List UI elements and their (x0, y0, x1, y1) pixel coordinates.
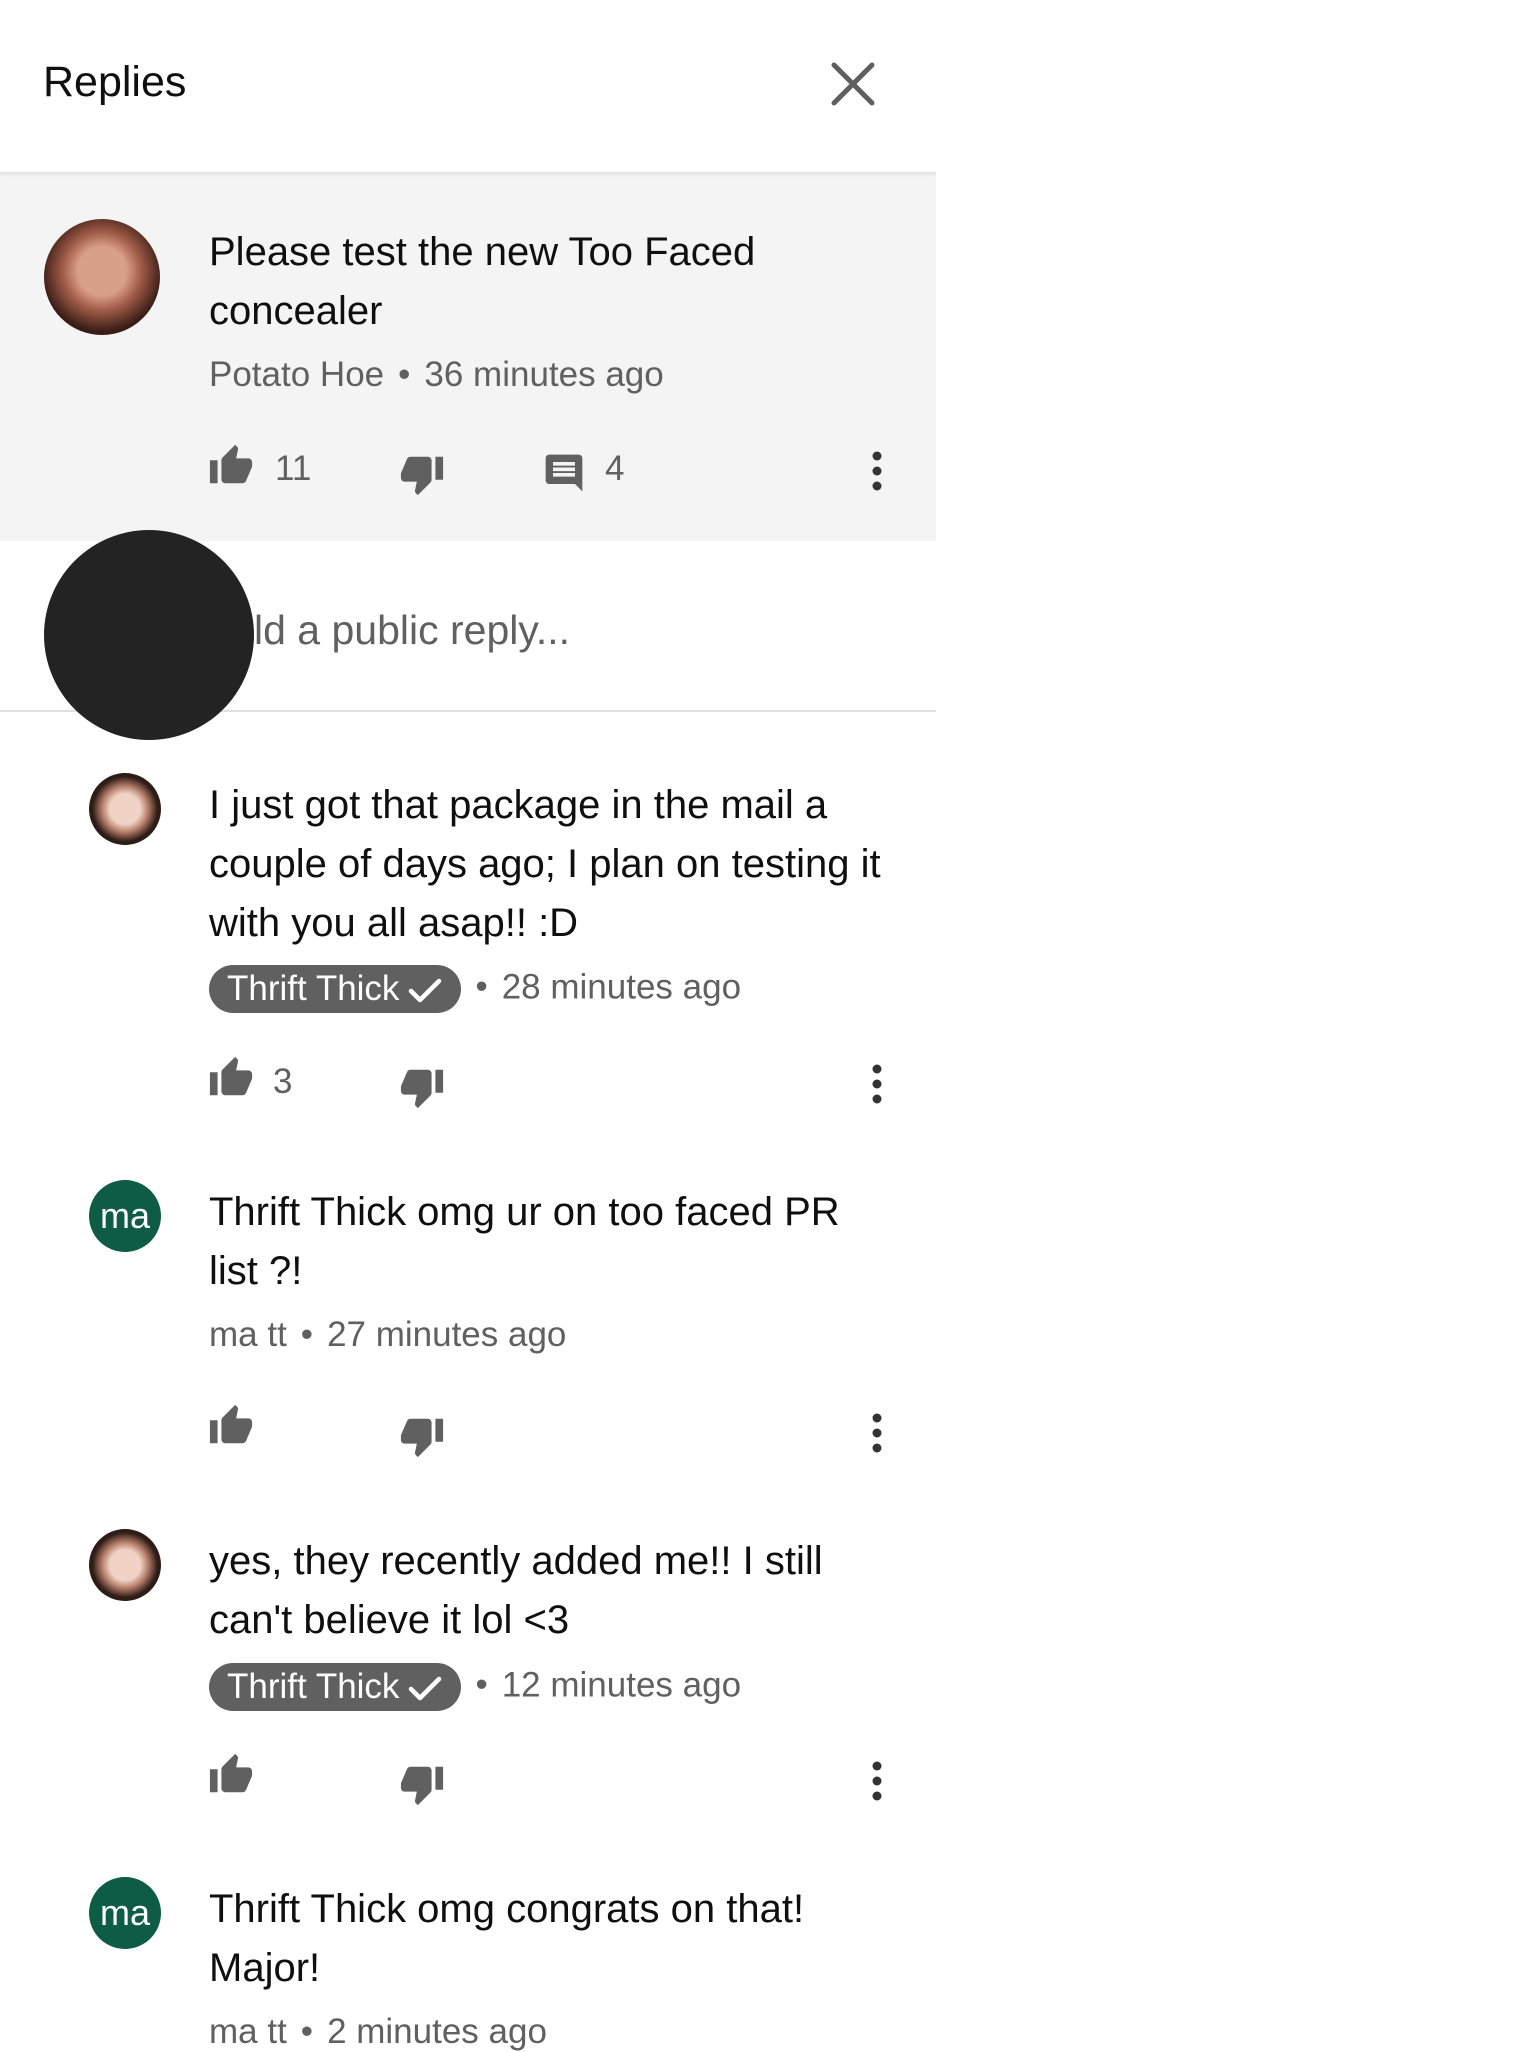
like-count: 11 (275, 449, 312, 488)
more-vert-icon[interactable] (868, 1411, 886, 1460)
thumbs-up-icon[interactable] (208, 1403, 254, 1454)
author-name: Thrift Thick (227, 969, 400, 1008)
thumbs-up-icon[interactable] (208, 1055, 254, 1106)
thumbs-up-icon[interactable] (208, 443, 254, 494)
meta-separator: • (475, 967, 488, 1007)
avatar[interactable] (89, 1529, 161, 1601)
comment-meta: ma tt • 27 minutes ago (209, 1315, 566, 1355)
author-name: Thrift Thick (227, 1667, 400, 1706)
avatar[interactable]: ma (89, 1877, 161, 1949)
thumbs-up-icon[interactable] (208, 1752, 254, 1803)
comment-icon[interactable] (542, 451, 586, 500)
meta-separator: • (300, 1315, 314, 1354)
more-vert-icon[interactable] (868, 1759, 886, 1808)
close-icon[interactable] (826, 57, 880, 111)
timestamp: 36 minutes ago (424, 355, 664, 394)
author-name[interactable]: ma tt (209, 1315, 287, 1354)
reply-input[interactable] (254, 600, 894, 660)
comment-text: yes, they recently added me!! I still ca… (209, 1539, 823, 1642)
replies-panel: Replies Please test the new Too Faced co… (0, 0, 936, 2051)
author-name[interactable]: Potato Hoe (209, 355, 384, 394)
reply-count: 4 (605, 449, 625, 488)
comment-text: Please test the new Too Faced concealer (209, 230, 756, 333)
author-name[interactable]: ma tt (209, 2012, 287, 2051)
thumbs-down-icon[interactable] (399, 1064, 445, 1115)
meta-separator: • (475, 1665, 488, 1705)
thumbs-down-icon[interactable] (399, 1413, 445, 1464)
comment-meta: Thrift Thick • 28 minutes ago (209, 965, 741, 1013)
parent-comment: Please test the new Too Faced concealer … (0, 172, 936, 541)
panel-title: Replies (43, 58, 187, 106)
author-badge[interactable]: Thrift Thick (209, 1663, 462, 1711)
avatar[interactable] (89, 773, 161, 845)
author-badge[interactable]: Thrift Thick (209, 965, 462, 1013)
timestamp: 28 minutes ago (501, 967, 742, 1007)
more-vert-icon[interactable] (868, 449, 886, 498)
avatar (44, 530, 254, 740)
meta-separator: • (300, 2012, 314, 2051)
comment-text: I just got that package in the mail a co… (209, 783, 881, 945)
comment-text: Thrift Thick omg congrats on that! Major… (209, 1887, 805, 1990)
avatar[interactable] (44, 219, 160, 335)
comment-text: Thrift Thick omg ur on too faced PR list… (209, 1190, 840, 1293)
timestamp: 2 minutes ago (327, 2012, 547, 2051)
thumbs-down-icon[interactable] (399, 451, 445, 502)
comment-meta: Potato Hoe • 36 minutes ago (209, 355, 664, 395)
timestamp: 27 minutes ago (327, 1315, 567, 1354)
more-vert-icon[interactable] (868, 1062, 886, 1111)
replies-header: Replies (0, 0, 936, 172)
thumbs-down-icon[interactable] (399, 1761, 445, 1812)
avatar[interactable]: ma (89, 1180, 161, 1252)
checkmark-icon (409, 1676, 442, 1700)
meta-separator: • (398, 355, 411, 394)
checkmark-icon (409, 978, 442, 1002)
timestamp: 12 minutes ago (501, 1665, 742, 1705)
comment-meta: ma tt • 2 minutes ago (209, 2012, 547, 2052)
comment-meta: Thrift Thick • 12 minutes ago (209, 1663, 741, 1711)
like-count: 3 (273, 1062, 293, 1101)
